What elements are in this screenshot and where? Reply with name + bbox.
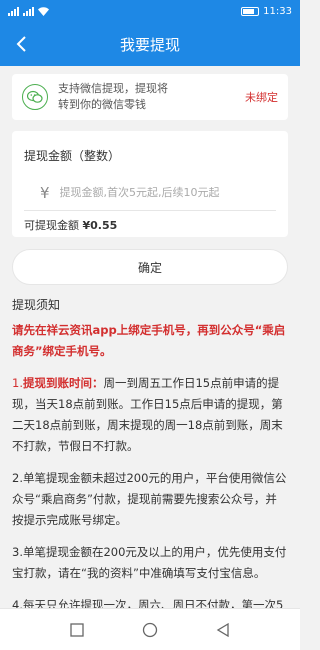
chevron-left-icon [16,36,26,52]
yen-icon: ¥ [40,183,50,202]
amount-input[interactable] [59,186,276,199]
available-amount: 可提现金额 ¥0.55 [24,217,117,233]
notice-body: 请先在祥云资讯app上绑定手机号，再到公众号“乘启商务”绑定手机号。 1.提现到… [12,320,288,627]
amount-input-row: ¥ [24,175,276,211]
notice-item-3: 3.单笔提现金额在200元及以上的用户，优先使用支付宝打款，请在“我的资料”中准… [12,545,287,580]
battery-icon [241,6,260,16]
status-right-icons: 11:33 [241,6,292,17]
notice-title: 提现须知 [12,298,61,312]
status-time: 11:33 [263,5,292,17]
notice-item-1-prefix: 1. [12,376,23,390]
wechat-icon [22,84,48,110]
square-icon[interactable] [62,615,92,645]
available-value: ¥0.55 [82,219,118,232]
page-title: 我要提现 [119,35,180,54]
header: 我要提现 [0,22,300,66]
back-button[interactable] [8,30,36,58]
signal-icon [23,6,34,16]
amount-title: 提现金额（整数） [24,149,121,163]
available-label: 可提现金额 [24,219,79,232]
circle-icon[interactable] [135,615,165,645]
wifi-icon [38,6,49,16]
notice-item-1: 1.提现到账时间：周一到周五工作日15点前申请的提现，当天18点前到账。工作日1… [12,373,288,457]
bind-status[interactable]: 未绑定 [245,89,278,105]
notice-item-1-bold: 提现到账时间： [22,376,104,390]
wechat-line1: 支持微信提现，提现将 [58,82,168,95]
signal-icon [8,6,19,16]
wechat-description: 支持微信提现，提现将 转到你的微信零钱 [58,81,245,113]
amount-card: 提现金额（整数） ¥ 可提现金额 ¥0.55 [12,131,288,237]
notice-item-2: 2.单笔提现金额未超过200元的用户，平台使用微信公众号“乘启商务”付款，提现前… [12,471,287,527]
confirm-button[interactable]: 确定 [12,249,288,285]
triangle-back-icon[interactable] [208,615,238,645]
notice-intro: 请先在祥云资讯app上绑定手机号，再到公众号“乘启商务”绑定手机号。 [12,323,286,358]
wechat-bind-card[interactable]: 支持微信提现，提现将 转到你的微信零钱 未绑定 [12,74,288,120]
status-bar: 11:33 [0,0,300,22]
wechat-line2: 转到你的微信零钱 [58,98,146,111]
status-left-icons [8,6,241,16]
system-nav-bar [0,608,300,650]
